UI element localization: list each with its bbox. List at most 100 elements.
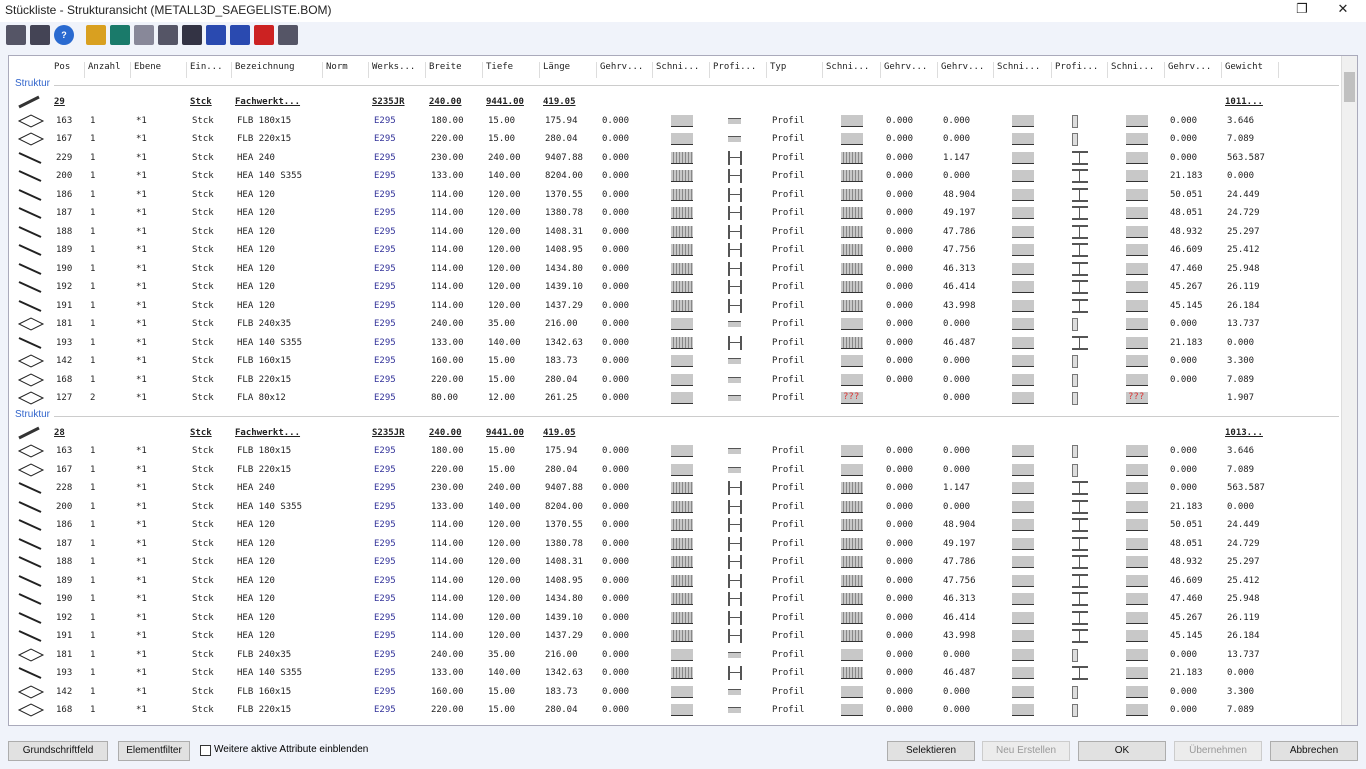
cell-anzahl: 1 <box>90 208 95 218</box>
scroll-thumb[interactable] <box>1344 72 1355 102</box>
column-header[interactable]: Breite <box>426 62 483 78</box>
list-icon[interactable] <box>158 25 178 45</box>
table-row[interactable]: 1921*1StckHEA 120E295114.00120.001439.10… <box>9 609 1344 627</box>
save-xls-icon[interactable] <box>206 25 226 45</box>
close-button[interactable]: ✕ <box>1328 1 1358 21</box>
table-row[interactable]: 1671*1StckFLB 220x15E295220.0015.00280.0… <box>9 461 1344 479</box>
table-row[interactable]: 1861*1StckHEA 120E295114.00120.001370.55… <box>9 186 1344 204</box>
cell-breite: 220.00 <box>431 465 464 475</box>
grundschriftfeld-button[interactable]: Grundschriftfeld <box>8 741 108 761</box>
selektieren-button[interactable]: Selektieren <box>887 741 975 761</box>
abbrechen-button[interactable]: Abbrechen <box>1270 741 1358 761</box>
column-header[interactable]: Pos <box>51 62 85 78</box>
table-row[interactable]: 1901*1StckHEA 120E295114.00120.001434.80… <box>9 590 1344 608</box>
table-row[interactable]: 1871*1StckHEA 120E295114.00120.001380.78… <box>9 535 1344 553</box>
cell-typ: Profil <box>772 465 805 475</box>
column-header[interactable]: Gehrv... <box>1165 62 1222 78</box>
table-row[interactable]: 1931*1StckHEA 140 S355E295133.00140.0013… <box>9 664 1344 682</box>
assembly-bez: Fachwerkt... <box>235 97 300 107</box>
structure-icon[interactable] <box>278 25 298 45</box>
ok-button[interactable]: OK <box>1078 741 1166 761</box>
table-row[interactable]: 1861*1StckHEA 120E295114.00120.001370.55… <box>9 516 1344 534</box>
assembly-row[interactable]: 29StckFachwerkt...S235JR240.009441.00419… <box>9 93 1344 111</box>
table-row[interactable]: 1811*1StckFLB 240x35E295240.0035.00216.0… <box>9 315 1344 333</box>
cell-gehrv: 48.932 <box>1170 557 1203 567</box>
table-row[interactable]: 2001*1StckHEA 140 S355E295133.00140.0082… <box>9 498 1344 516</box>
elementfilter-button[interactable]: Elementfilter <box>118 741 190 761</box>
cell-gehrv: 0.000 <box>602 264 629 274</box>
table-row[interactable]: 1911*1StckHEA 120E295114.00120.001437.29… <box>9 297 1344 315</box>
column-header[interactable]: Ebene <box>131 62 187 78</box>
assembly-row[interactable]: 28StckFachwerkt...S235JR240.009441.00419… <box>9 424 1344 442</box>
cell-tiefe: 240.00 <box>488 483 521 493</box>
column-header[interactable]: Gehrv... <box>938 62 994 78</box>
column-header[interactable]: Typ <box>767 62 823 78</box>
column-header[interactable]: Werks... <box>369 62 426 78</box>
table-row[interactable]: 1881*1StckHEA 120E295114.00120.001408.31… <box>9 553 1344 571</box>
table-row[interactable]: 1901*1StckHEA 120E295114.00120.001434.80… <box>9 260 1344 278</box>
column-header[interactable]: Gehrv... <box>597 62 653 78</box>
column-header[interactable]: Gewicht <box>1222 62 1279 78</box>
table-row[interactable]: 2001*1StckHEA 140 S355E295133.00140.0082… <box>9 167 1344 185</box>
weitere-attribute-checkbox[interactable] <box>200 745 211 756</box>
save-icon[interactable] <box>110 25 130 45</box>
neu-erstellen-button[interactable]: Neu Erstellen <box>982 741 1070 761</box>
column-header[interactable]: Schni... <box>1108 62 1165 78</box>
cell-gehrv: 0.000 <box>886 613 913 623</box>
table-row[interactable]: 1631*1StckFLB 180x15E295180.0015.00175.9… <box>9 112 1344 130</box>
save-csv-icon[interactable] <box>230 25 250 45</box>
cell-ein: Stck <box>192 282 214 292</box>
cell-bezeichnung: FLB 160x15 <box>237 356 291 366</box>
uebernehmen-button[interactable]: Übernehmen <box>1174 741 1262 761</box>
beam-icon <box>17 481 45 495</box>
copy-icon[interactable] <box>6 25 26 45</box>
cell-typ: Profil <box>772 502 805 512</box>
table-icon[interactable] <box>134 25 154 45</box>
table-row[interactable]: 1891*1StckHEA 120E295114.00120.001408.95… <box>9 572 1344 590</box>
column-header[interactable]: Schni... <box>994 62 1052 78</box>
table-row[interactable]: 1881*1StckHEA 120E295114.00120.001408.31… <box>9 223 1344 241</box>
cell-gehrv: 21.183 <box>1170 502 1203 512</box>
table-row[interactable]: 1911*1StckHEA 120E295114.00120.001437.29… <box>9 627 1344 645</box>
pdf-icon[interactable] <box>254 25 274 45</box>
table-row[interactable]: 1931*1StckHEA 140 S355E295133.00140.0013… <box>9 334 1344 352</box>
cell-ein: Stck <box>192 483 214 493</box>
column-header[interactable]: Ein... <box>187 62 232 78</box>
table-row[interactable]: 2281*1StckHEA 240E295230.00240.009407.88… <box>9 479 1344 497</box>
table-row[interactable]: 2291*1StckHEA 240E295230.00240.009407.88… <box>9 149 1344 167</box>
table-row[interactable]: 1272*1StckFLA 80x12E29580.0012.00261.250… <box>9 389 1344 407</box>
column-header[interactable]: Schni... <box>823 62 881 78</box>
table-row[interactable]: 1671*1StckFLB 220x15E295220.0015.00280.0… <box>9 130 1344 148</box>
column-header[interactable]: Schni... <box>653 62 710 78</box>
cell-ein: Stck <box>192 301 214 311</box>
cell-gehrv: 0.000 <box>1170 116 1197 126</box>
restore-button[interactable]: ❐ <box>1287 1 1317 21</box>
cell-pos: 181 <box>56 319 72 329</box>
export-icon[interactable] <box>86 25 106 45</box>
table-row[interactable]: 1631*1StckFLB 180x15E295180.0015.00175.9… <box>9 442 1344 460</box>
column-header[interactable]: Länge <box>540 62 597 78</box>
column-header[interactable]: Profi... <box>710 62 767 78</box>
miter-cut-icon <box>1126 170 1148 182</box>
help-icon[interactable]: ? <box>54 25 74 45</box>
table-row[interactable]: 1811*1StckFLB 240x35E295240.0035.00216.0… <box>9 646 1344 664</box>
barcode-icon[interactable] <box>182 25 202 45</box>
cut-icon <box>841 170 863 182</box>
table-row[interactable]: 1891*1StckHEA 120E295114.00120.001408.95… <box>9 241 1344 259</box>
cell-ebene: *1 <box>136 687 147 697</box>
column-header[interactable]: Tiefe <box>483 62 540 78</box>
table-row[interactable]: 1681*1StckFLB 220x15E295220.0015.00280.0… <box>9 371 1344 389</box>
cell-gewicht: 25.948 <box>1227 264 1260 274</box>
table-row[interactable]: 1421*1StckFLB 160x15E295160.0015.00183.7… <box>9 683 1344 701</box>
table-row[interactable]: 1421*1StckFLB 160x15E295160.0015.00183.7… <box>9 352 1344 370</box>
column-header[interactable]: Profi... <box>1052 62 1108 78</box>
column-header[interactable]: Anzahl <box>85 62 131 78</box>
table-row[interactable]: 1871*1StckHEA 120E295114.00120.001380.78… <box>9 204 1344 222</box>
table-row[interactable]: 1681*1StckFLB 220x15E295220.0015.00280.0… <box>9 701 1344 719</box>
table-row[interactable]: 1921*1StckHEA 120E295114.00120.001439.10… <box>9 278 1344 296</box>
column-header[interactable]: Norm <box>323 62 369 78</box>
cut-icon <box>841 667 863 679</box>
column-header[interactable]: Gehrv... <box>881 62 938 78</box>
column-header[interactable]: Bezeichnung <box>232 62 323 78</box>
paste-icon[interactable] <box>30 25 50 45</box>
